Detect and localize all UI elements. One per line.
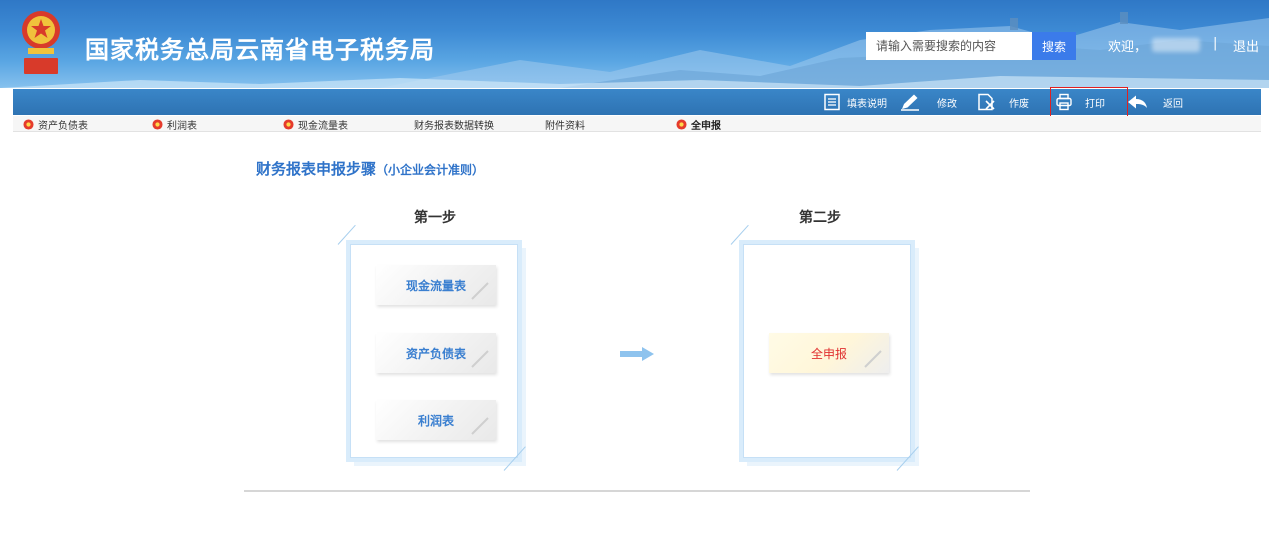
site-header: 国家税务总局云南省电子税务局 搜索 欢迎， | 退出	[0, 0, 1269, 88]
header-separator: |	[1213, 36, 1218, 51]
tax-bureau-emblem-icon	[22, 11, 60, 74]
tab-label: 利润表	[167, 120, 197, 132]
card-label: 利润表	[417, 413, 454, 428]
report-tab-bar: 资产负债表 利润表 现金流量表 财务报表数据转换 附件资料 全申报	[13, 116, 1261, 132]
page-curl-icon	[471, 350, 489, 368]
tab-cash-flow[interactable]: 现金流量表	[283, 116, 348, 132]
right-arrow-icon	[620, 347, 654, 361]
edit-label: 修改	[937, 98, 957, 110]
print-highlight-box	[1050, 87, 1128, 119]
search-input[interactable]	[866, 32, 1032, 60]
tab-balance-sheet[interactable]: 资产负债表	[23, 116, 88, 132]
tab-income-statement[interactable]: 利润表	[152, 116, 197, 132]
gear-flower-icon	[152, 118, 163, 130]
content-bottom-divider	[244, 490, 1030, 492]
gear-flower-icon	[23, 118, 34, 130]
gear-flower-icon	[283, 118, 294, 130]
card-label: 资产负债表	[405, 346, 466, 361]
page-curl-icon	[471, 282, 489, 300]
tab-label: 全申报	[691, 120, 721, 132]
page-title-text: 财务报表申报步骤	[256, 160, 377, 178]
card-label: 全申报	[810, 346, 847, 361]
void-label: 作废	[1009, 98, 1029, 110]
tab-label: 财务报表数据转换	[414, 120, 494, 132]
page-curl-icon	[471, 417, 489, 435]
back-button[interactable]: 返回	[1127, 89, 1183, 115]
tab-label: 附件资料	[545, 120, 585, 132]
fill-instructions-label: 填表说明	[847, 98, 887, 110]
tab-data-conversion[interactable]: 财务报表数据转换	[414, 116, 494, 132]
fill-instructions-button[interactable]: 填表说明	[823, 89, 887, 115]
card-cash-flow[interactable]: 现金流量表	[376, 265, 496, 305]
gear-flower-icon	[676, 118, 687, 130]
tab-label: 资产负债表	[38, 120, 88, 132]
pencil-icon	[901, 94, 919, 111]
search-button[interactable]: 搜索	[1032, 32, 1076, 60]
void-button[interactable]: 作废	[977, 89, 1029, 115]
back-arrow-icon	[1128, 95, 1147, 109]
site-title: 国家税务总局云南省电子税务局	[85, 36, 435, 64]
username-redacted	[1152, 38, 1200, 52]
card-full-declare[interactable]: 全申报	[769, 333, 889, 373]
tab-attachments[interactable]: 附件资料	[545, 116, 585, 132]
document-lines-icon	[824, 93, 840, 111]
tab-full-declare[interactable]: 全申报	[676, 116, 721, 132]
step-one-title: 第一步	[414, 210, 456, 226]
tab-label: 现金流量表	[298, 120, 348, 132]
card-balance-sheet[interactable]: 资产负债表	[376, 333, 496, 373]
step-two-title: 第二步	[799, 210, 841, 226]
logout-link[interactable]: 退出	[1233, 36, 1259, 55]
page-subtitle: （小企业会计准则）	[376, 163, 485, 177]
welcome-text: 欢迎，	[1108, 40, 1148, 55]
page-curl-icon	[864, 350, 882, 368]
card-label: 现金流量表	[405, 278, 466, 293]
back-label: 返回	[1163, 98, 1183, 110]
edit-button[interactable]: 修改	[899, 89, 957, 115]
card-income-statement[interactable]: 利润表	[376, 400, 496, 440]
page-title: 财务报表申报步骤（小企业会计准则）	[256, 158, 484, 179]
document-x-icon	[978, 93, 995, 111]
